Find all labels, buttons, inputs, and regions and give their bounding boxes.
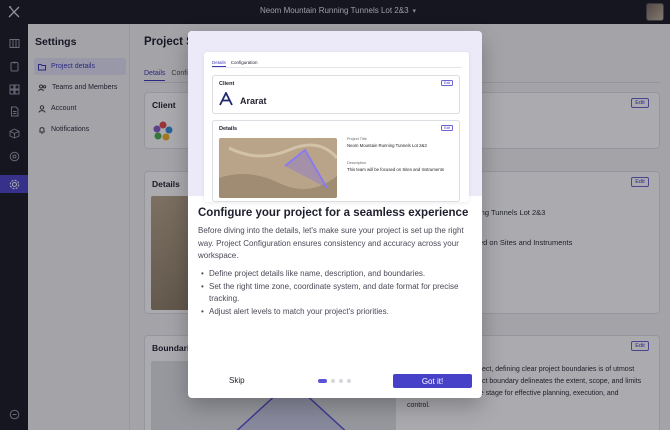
preview-details-title: Details — [219, 126, 238, 132]
step-indicator — [318, 379, 351, 383]
preview-window: Details Configuration Client Edit Ararat… — [204, 52, 469, 202]
preview-description-value: This team will be focused on Sites and I… — [347, 167, 444, 172]
preview-details-map — [219, 138, 337, 198]
preview-client-title: Client — [219, 81, 235, 87]
list-item: Adjust alert levels to match your projec… — [198, 306, 474, 319]
step-dot[interactable] — [347, 379, 351, 383]
preview-details-edit-button: Edit — [441, 125, 453, 131]
modal-preview-illustration: Details Configuration Client Edit Ararat… — [188, 31, 482, 202]
list-item: Set the right time zone, coordinate syst… — [198, 281, 474, 306]
step-dot[interactable] — [339, 379, 343, 383]
preview-project-title-value: Neom Mountain Running Tunnels Lot 2&3 — [347, 143, 427, 148]
modal-description: Before diving into the details, let's ma… — [198, 226, 464, 260]
preview-description-label: Description — [347, 161, 366, 165]
preview-tab-details: Details — [212, 60, 226, 67]
preview-tab-configuration: Configuration — [230, 60, 258, 65]
list-item: Define project details like name, descri… — [198, 268, 474, 281]
preview-tabs: Details Configuration — [212, 60, 258, 67]
modal-bullet-list: Define project details like name, descri… — [198, 268, 474, 318]
step-dot[interactable] — [318, 379, 327, 383]
preview-client-name: Ararat — [240, 96, 267, 106]
skip-button[interactable]: Skip — [229, 376, 245, 385]
onboarding-modal: Details Configuration Client Edit Ararat… — [188, 31, 482, 398]
preview-client-edit-button: Edit — [441, 80, 453, 86]
modal-title: Configure your project for a seamless ex… — [198, 207, 469, 219]
got-it-button[interactable]: Got it! — [393, 374, 472, 388]
step-dot[interactable] — [331, 379, 335, 383]
ararat-logo-icon — [219, 90, 233, 110]
preview-tabs-divider — [212, 67, 462, 68]
preview-project-title-label: Project Title — [347, 137, 367, 141]
preview-details-card: Details Edit Project Title Neom Mountain… — [212, 120, 460, 202]
preview-client-card: Client Edit Ararat — [212, 75, 460, 114]
